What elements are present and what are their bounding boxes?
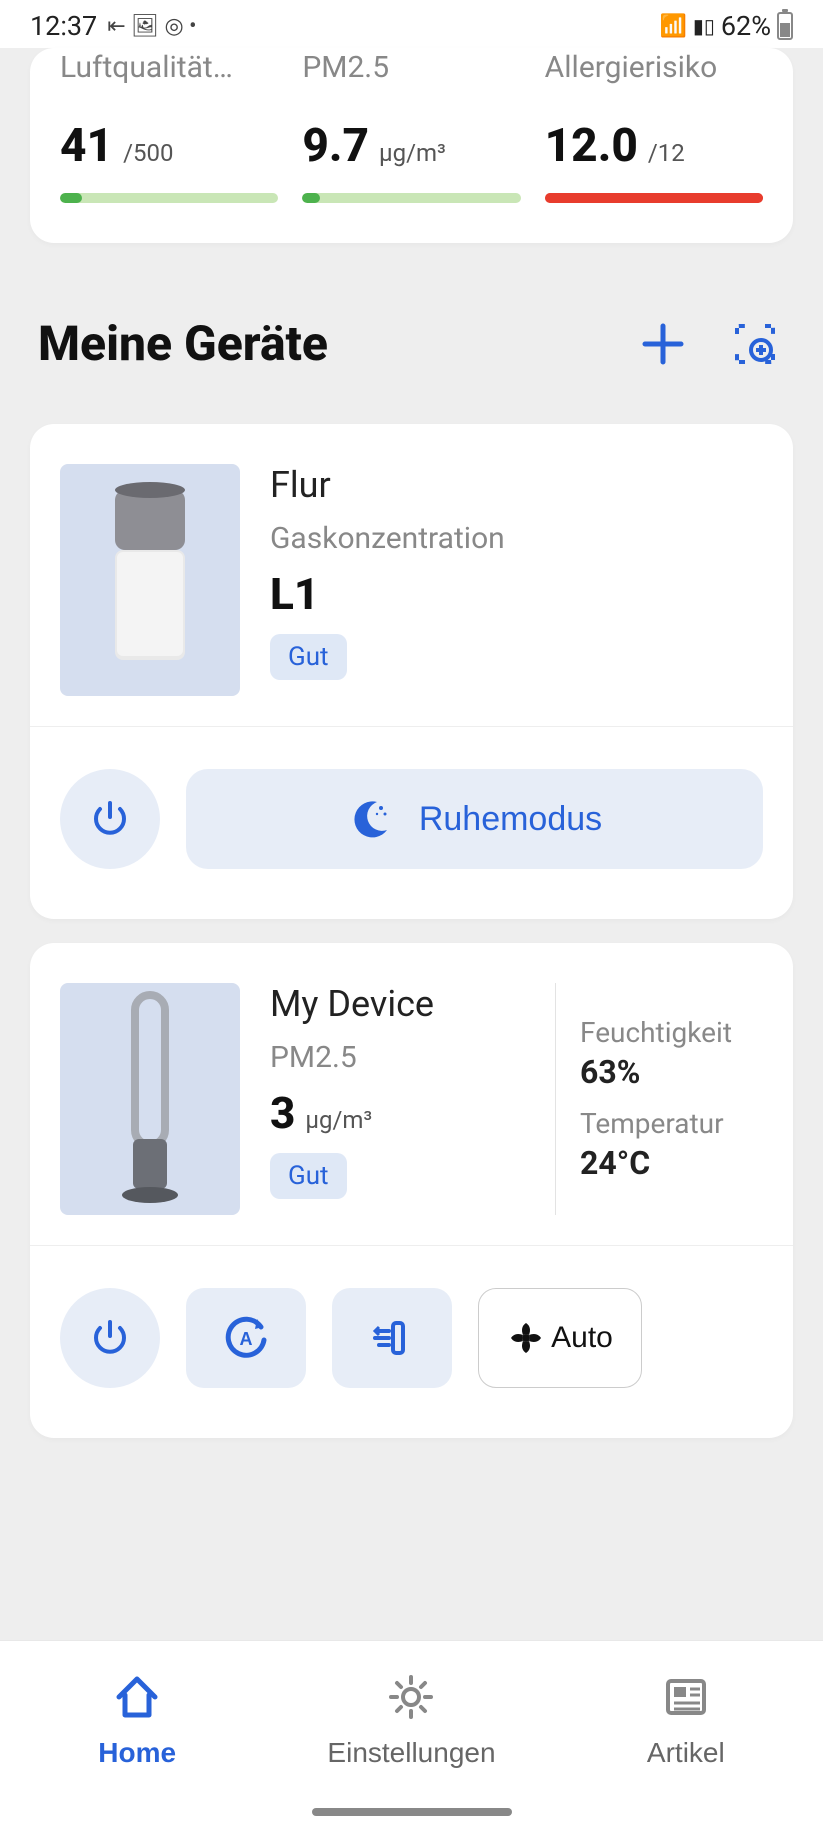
battery-text: 62% xyxy=(721,10,771,42)
metric-bar xyxy=(60,193,278,203)
power-button[interactable] xyxy=(60,769,160,869)
device-card-flur[interactable]: Flur Gaskonzentration L1 Gut Ruhemodus xyxy=(30,424,793,919)
humidity-value: 63% xyxy=(580,1053,765,1091)
scan-device-button[interactable] xyxy=(731,320,779,368)
section-title: Meine Geräte xyxy=(38,315,328,372)
nav-settings[interactable]: Einstellungen xyxy=(274,1641,548,1828)
device-unit: μg/m³ xyxy=(305,1106,372,1134)
air-quality-card[interactable]: Luftqualität… 41 /500 PM2.5 9.7 μg/m³ Al… xyxy=(30,48,793,243)
device-metric-label: Gaskonzentration xyxy=(270,520,747,558)
gear-icon xyxy=(385,1671,437,1723)
home-indicator xyxy=(312,1808,512,1816)
metric-bar xyxy=(545,193,763,203)
metric-bar xyxy=(302,193,520,203)
mode-label: Ruhemodus xyxy=(419,800,602,839)
wifi-icon: 📶 xyxy=(659,14,686,39)
power-icon xyxy=(88,1316,132,1360)
plus-icon xyxy=(639,320,687,368)
mode-button[interactable]: Ruhemodus xyxy=(186,769,763,869)
bottom-nav: Home Einstellungen Artikel xyxy=(0,1640,823,1828)
nav-home[interactable]: Home xyxy=(0,1641,274,1828)
device-image xyxy=(60,983,240,1215)
metric-pm25: PM2.5 9.7 μg/m³ xyxy=(302,48,520,203)
device-side-info: Feuchtigkeit 63% Temperatur 24°C xyxy=(555,983,765,1215)
nav-label: Artikel xyxy=(647,1737,725,1769)
svg-text:A: A xyxy=(240,1329,253,1349)
device-value: L1 xyxy=(270,568,319,620)
metric-unit: /12 xyxy=(648,139,685,167)
fan-tower-icon xyxy=(95,989,205,1209)
metric-label: Allergierisiko xyxy=(545,48,763,87)
humidity-label: Feuchtigkeit xyxy=(580,1016,765,1049)
temperature-label: Temperatur xyxy=(580,1107,765,1140)
auto-mode-button[interactable]: A xyxy=(186,1288,306,1388)
metric-allergy: Allergierisiko 12.0 /12 xyxy=(545,48,763,203)
device-image xyxy=(60,464,240,696)
status-icon-group: ⇤ 🖼 ◎ • xyxy=(107,14,196,39)
moon-icon xyxy=(347,796,393,842)
airflow-button[interactable] xyxy=(332,1288,452,1388)
quality-badge: Gut xyxy=(270,1153,347,1199)
device-name: Flur xyxy=(270,464,747,506)
metric-value: 9.7 xyxy=(302,119,369,173)
auto-cycle-icon: A xyxy=(221,1313,271,1363)
power-button[interactable] xyxy=(60,1288,160,1388)
metric-value: 41 xyxy=(60,119,113,173)
metric-value: 12.0 xyxy=(545,119,638,173)
air-purifier-icon xyxy=(95,480,205,680)
status-bar: 12:37 ⇤ 🖼 ◎ • 📶 ▮▯ 62% xyxy=(0,0,823,48)
device-value: 3 xyxy=(270,1087,295,1139)
nav-articles[interactable]: Artikel xyxy=(549,1641,823,1828)
airflow-icon xyxy=(369,1315,415,1361)
status-time: 12:37 xyxy=(30,10,97,42)
metric-unit: μg/m³ xyxy=(379,139,446,167)
nav-label: Home xyxy=(98,1737,176,1769)
quality-badge: Gut xyxy=(270,634,347,680)
fan-auto-button[interactable]: Auto xyxy=(478,1288,642,1388)
article-icon xyxy=(660,1671,712,1723)
metric-unit: /500 xyxy=(123,139,173,167)
power-icon xyxy=(88,797,132,841)
nav-label: Einstellungen xyxy=(327,1737,495,1769)
fan-auto-label: Auto xyxy=(551,1321,613,1355)
metric-air-quality: Luftqualität… 41 /500 xyxy=(60,48,278,203)
device-name: My Device xyxy=(270,983,537,1025)
add-device-button[interactable] xyxy=(639,320,687,368)
home-icon xyxy=(111,1671,163,1723)
metric-label: Luftqualität… xyxy=(60,48,278,87)
scan-add-icon xyxy=(731,320,779,368)
signal-icon: ▮▯ xyxy=(693,14,715,38)
fan-icon xyxy=(507,1319,545,1357)
device-card-mydevice[interactable]: My Device PM2.5 3 μg/m³ Gut Feuchtigkeit… xyxy=(30,943,793,1438)
metric-label: PM2.5 xyxy=(302,48,520,87)
device-metric-label: PM2.5 xyxy=(270,1039,537,1077)
battery-icon xyxy=(777,12,793,40)
devices-section-header: Meine Geräte xyxy=(0,243,823,400)
temperature-value: 24°C xyxy=(580,1144,765,1182)
